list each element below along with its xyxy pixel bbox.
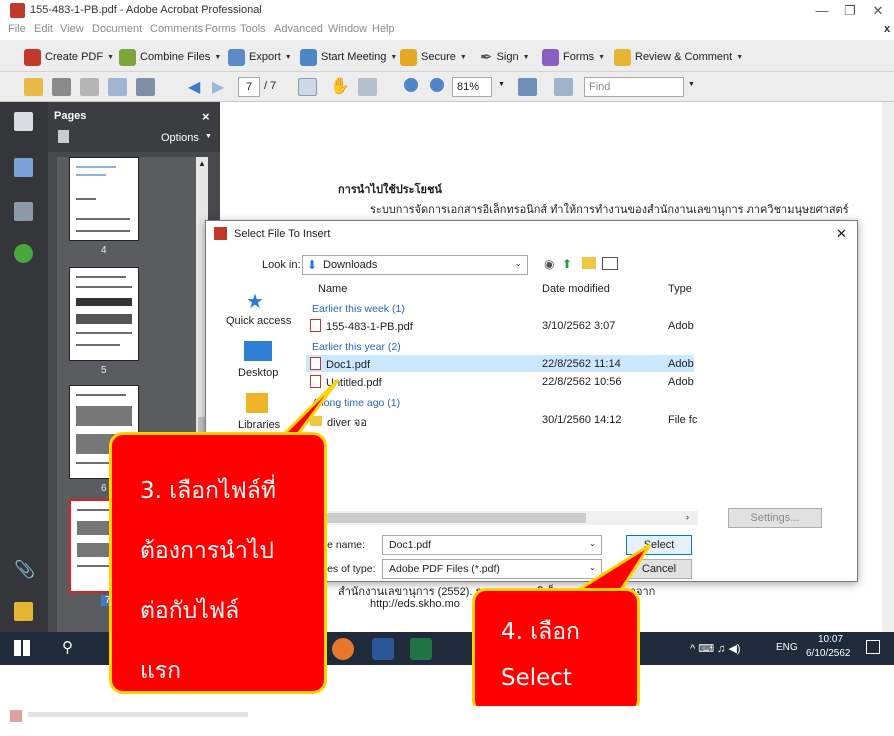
callout-3-line: ต้องการนำไป — [140, 538, 274, 564]
callout-4-line: Select — [501, 665, 572, 691]
callout-3-line: 3. เลือกไฟล์ที่ — [140, 478, 277, 504]
callout-3-line: ต่อกับไฟล์ — [140, 598, 240, 624]
callout-step-3: 3. เลือกไฟล์ที่ ต้องการนำไป ต่อกับไฟล์ แ… — [109, 432, 327, 694]
next-screenshot-strip — [0, 706, 894, 736]
faded-title-bar — [28, 712, 248, 717]
faded-app-icon — [10, 710, 22, 722]
callout-3-line: แรก — [140, 658, 182, 684]
callout-4-line: 4. เลือก — [501, 619, 580, 645]
callout-step-4: 4. เลือก Select — [472, 588, 640, 714]
